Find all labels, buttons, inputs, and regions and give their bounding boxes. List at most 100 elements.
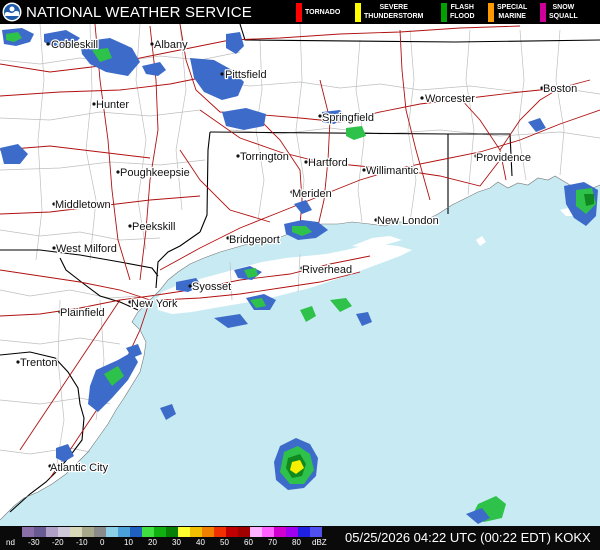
city-label: Providence (476, 152, 531, 164)
city-label: Springfield (322, 112, 374, 124)
scale-swatch (202, 527, 214, 537)
city-label: Boston (543, 83, 577, 95)
city-label: Hartford (308, 157, 348, 169)
timestamp: 05/25/2026 04:22 UTC (00:22 EDT) KOKX (345, 530, 591, 545)
city-label: Meriden (292, 188, 332, 200)
scale-swatch (130, 527, 142, 537)
city-hartford: Hartford (304, 156, 349, 170)
city-peekskill: Peekskill (128, 220, 177, 234)
legend-label: SPECIAL MARINE (497, 4, 528, 20)
city-syosset: Syosset (188, 280, 232, 294)
city-label: New York (131, 298, 178, 310)
scale-label: 80 (292, 538, 301, 547)
footer-bar: nd -30 -20 -10 0 10 20 30 40 50 60 70 80 dBZ 05/25/20… (0, 526, 600, 550)
city-poughkeepsie: Poughkeepsie (116, 166, 191, 180)
city-providence: Providence (474, 151, 532, 165)
city-label: Bridgeport (229, 234, 280, 246)
city-new-york: New York (128, 297, 179, 311)
scale-swatch (166, 527, 178, 537)
city-label: Pittsfield (225, 69, 267, 81)
city-willimantic: Willimantic (362, 164, 420, 178)
noaa-nws-logo-icon (2, 2, 22, 22)
scale-swatch (298, 527, 310, 537)
scale-label: 50 (220, 538, 229, 547)
legend-swatch-severe-thunderstorm (355, 3, 361, 22)
city-boston: Boston (540, 82, 579, 96)
scale-label: 30 (172, 538, 181, 547)
legend-label: TORNADO (305, 9, 341, 16)
legend-item-tornado: TORNADO (296, 3, 352, 23)
legend-swatch-tornado (296, 3, 302, 22)
city-label: Worcester (425, 93, 475, 105)
city-cobleskill: Cobleskill (46, 38, 99, 52)
scale-swatch (238, 527, 250, 537)
scale-swatch (118, 527, 130, 537)
scale-swatch (70, 527, 82, 537)
legend-swatch-snow-squall (540, 3, 546, 22)
scale-swatch (286, 527, 298, 537)
city-meriden: Meriden (290, 187, 333, 201)
city-label: Syosset (192, 281, 231, 293)
city-label: Trenton (20, 357, 58, 369)
scale-swatch (142, 527, 154, 537)
scale-swatch (214, 527, 226, 537)
reflectivity-scale: nd -30 -20 -10 0 10 20 30 40 50 60 70 80 dBZ (0, 526, 336, 550)
scale-swatch (34, 527, 46, 537)
city-label: Middletown (55, 199, 111, 211)
city-label: West Milford (56, 243, 117, 255)
city-label: New London (377, 215, 439, 227)
city-label: Albany (154, 39, 188, 51)
scale-swatch (226, 527, 238, 537)
legend-item-special-marine: SPECIAL MARINE (488, 3, 536, 23)
legend-item-severe-thunderstorm: SEVERE THUNDERSTORM (355, 3, 437, 23)
city-hunter: Hunter (92, 98, 131, 112)
city-label: Atlantic City (50, 462, 109, 474)
city-riverhead: Riverhead (300, 263, 353, 277)
scale-swatch (310, 527, 322, 537)
scale-swatch (106, 527, 118, 537)
scale-label: 20 (148, 538, 157, 547)
city-worcester: Worcester (420, 92, 477, 106)
warning-legend: TORNADO SEVERE THUNDERSTORM FLASH FLOOD … (292, 0, 598, 24)
header-title: NATIONAL WEATHER SERVICE (26, 4, 252, 21)
city-springfield: Springfield (318, 111, 375, 125)
legend-label: FLASH FLOOD (450, 4, 475, 20)
scale-swatch (250, 527, 262, 537)
city-label: Willimantic (366, 165, 419, 177)
city-albany: Albany (150, 38, 189, 52)
scale-label: 60 (244, 538, 253, 547)
city-plainfield: Plainfield (58, 306, 106, 320)
scale-label: -30 (28, 538, 40, 547)
scale-swatch (154, 527, 166, 537)
city-west-milford: West Milford (52, 242, 118, 256)
scale-swatch (58, 527, 70, 537)
city-label: Poughkeepsie (120, 167, 190, 179)
city-bridgeport: Bridgeport (226, 233, 281, 247)
scale-label: 0 (100, 538, 105, 547)
city-label: Cobleskill (51, 39, 98, 51)
city-torrington: Torrington (236, 150, 290, 164)
city-label: Hunter (96, 99, 129, 111)
scale-label: dBZ (312, 538, 327, 547)
scale-label: 10 (124, 538, 133, 547)
legend-swatch-special-marine (488, 3, 494, 22)
scale-swatch (46, 527, 58, 537)
scale-swatch (178, 527, 190, 537)
scale-label: 40 (196, 538, 205, 547)
city-label: Riverhead (302, 264, 352, 276)
legend-swatch-flash-flood (441, 3, 447, 22)
legend-label: SEVERE THUNDERSTORM (364, 4, 424, 20)
scale-swatch (190, 527, 202, 537)
city-atlantic-city: Atlantic City (48, 461, 110, 475)
scale-label: -20 (52, 538, 64, 547)
city-label: Peekskill (132, 221, 175, 233)
city-new-london: New London (374, 214, 440, 228)
city-pittsfield: Pittsfield (220, 68, 268, 82)
scale-swatch (274, 527, 286, 537)
legend-item-flash-flood: FLASH FLOOD (441, 3, 487, 23)
legend-label: SNOW SQUALL (549, 4, 578, 20)
scale-label: 70 (268, 538, 277, 547)
radar-map: Cobleskill Albany Pittsfield Hunter Spri… (0, 0, 600, 550)
city-trenton: Trenton (16, 356, 59, 370)
scale-swatch (22, 527, 34, 537)
